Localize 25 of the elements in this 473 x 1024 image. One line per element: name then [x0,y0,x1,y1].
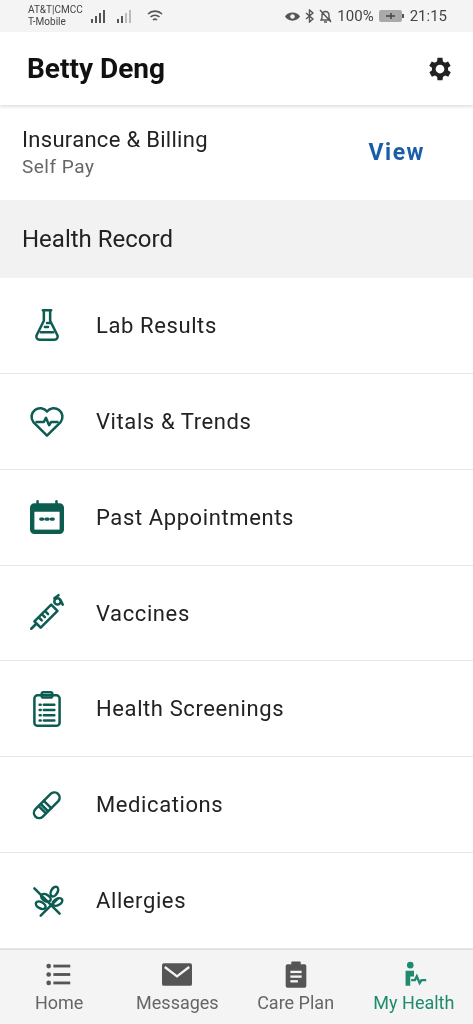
section-heading: Health Record [22,225,173,253]
menu-item[interactable]: Lab Results [0,278,473,374]
nav-tab[interactable]: My Health [354,950,473,1024]
eye-icon [285,10,301,22]
wifi-icon [146,9,163,23]
menu-item[interactable]: Vitals & Trends [0,373,473,470]
menu-item[interactable]: Health Screenings [0,661,473,758]
page-title: Betty Deng [27,52,165,85]
carrier-name: T-Mobile [28,16,67,28]
carrier-name: AT&T|CMCC [28,4,83,16]
clock-time: 21:15 [409,7,447,25]
bell-off-icon [319,9,333,23]
nav-tab[interactable]: Home [0,950,119,1024]
menu-item[interactable]: Past Appointments [0,469,473,566]
insurance-plan: Self Pay [22,155,96,178]
menu-item[interactable]: Medications [0,757,473,854]
view-link[interactable]: View [368,139,425,166]
nav-tab[interactable]: Messages [118,950,237,1024]
battery-percent: 100% [337,7,374,25]
envelope-icon [162,961,193,988]
battery-icon [378,10,405,22]
menu-item[interactable]: Vaccines [0,565,473,662]
bluetooth-icon [305,9,315,23]
insurance-title: Insurance & Billing [22,127,208,152]
nav-tab[interactable]: Care Plan [236,950,355,1024]
